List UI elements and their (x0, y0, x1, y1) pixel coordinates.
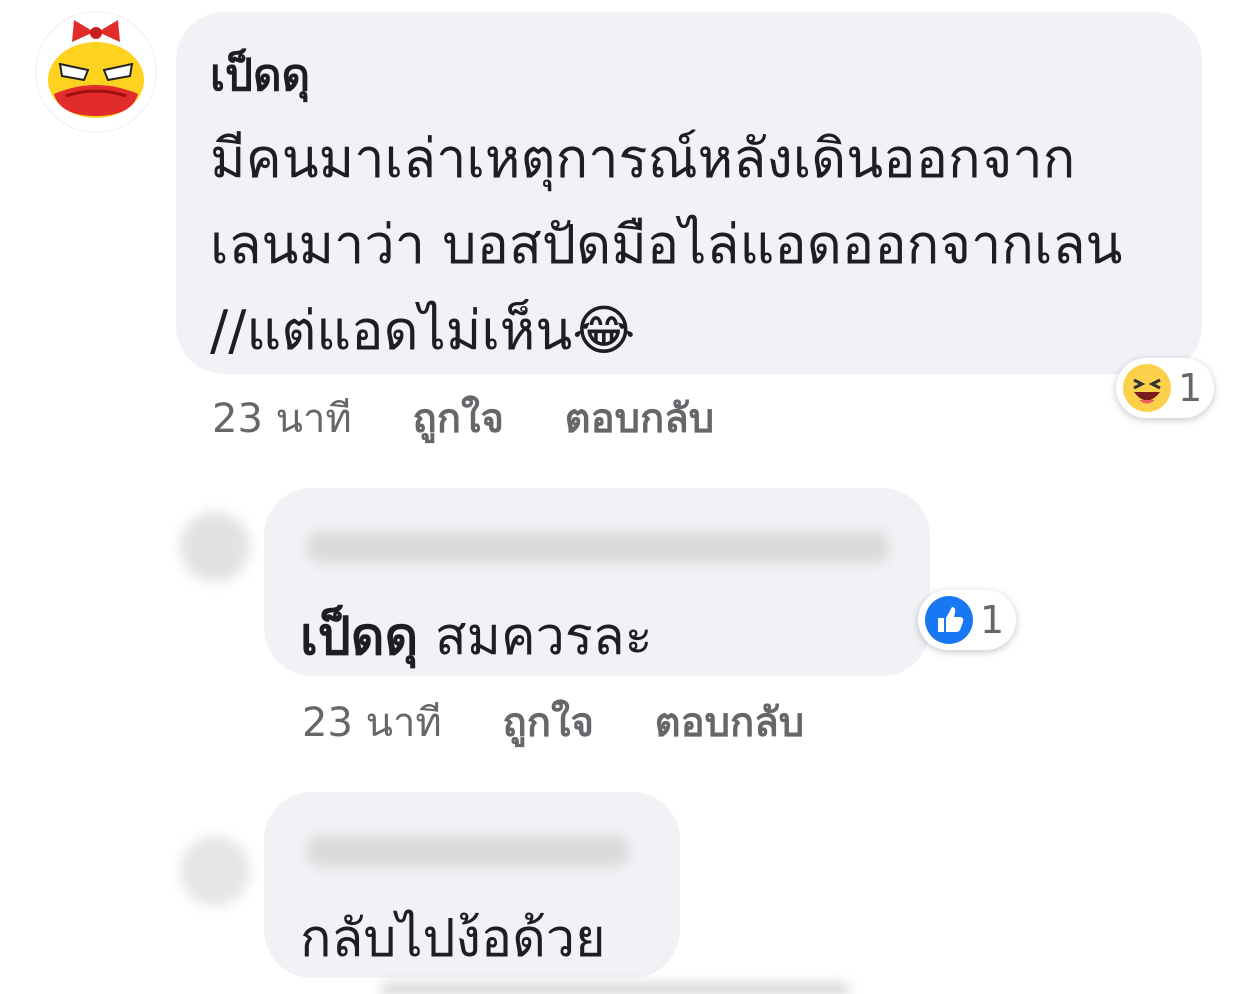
reply-time[interactable]: 23 นาที (302, 700, 442, 746)
laughing-tears-emoji-icon: 😂 (572, 299, 636, 362)
reply-author-redacted (308, 532, 888, 562)
like-reaction-icon (925, 596, 973, 644)
comment-author[interactable]: เป็ดดุ (210, 40, 310, 110)
reply-bubble[interactable]: กลับไปง้อด้วย (264, 792, 680, 978)
comment-line: เลนมาว่า บอสปัดมือไล่แอดออกจากเลน (210, 213, 1123, 276)
reply-bubble[interactable]: เป็ดดุ สมควรละ (264, 488, 930, 676)
reply-button[interactable]: ตอบกลับ (565, 396, 715, 442)
reply-avatar[interactable] (180, 836, 250, 906)
reply-meta-cutoff (380, 984, 850, 994)
comment-line: //แต่แอดไม่เห็น😂 (210, 288, 1122, 374)
reply-text: เป็ดดุ สมควรละ (300, 594, 653, 677)
comment-meta: 23 นาที ถูกใจ ตอบกลับ (212, 386, 714, 450)
reply-meta: 23 นาที ถูกใจ ตอบกลับ (302, 690, 804, 754)
reply-button[interactable]: ตอบกลับ (655, 700, 805, 746)
reply-avatar[interactable] (180, 512, 250, 582)
reply-text-body: สมควรละ (434, 607, 653, 667)
comment-time[interactable]: 23 นาที (212, 396, 352, 442)
comment-text: มีคนมาเล่าเหตุการณ์หลังเดินออกจาก เลนมาว… (210, 116, 1122, 374)
comment-bubble[interactable]: เป็ดดุ มีคนมาเล่าเหตุการณ์หลังเดินออกจาก… (176, 12, 1202, 374)
like-button[interactable]: ถูกใจ (503, 700, 594, 746)
reaction-count: 1 (1178, 366, 1203, 410)
reply-author-redacted (308, 836, 628, 866)
reply-mention[interactable]: เป็ดดุ (300, 607, 418, 667)
like-button[interactable]: ถูกใจ (413, 396, 504, 442)
reply-text: กลับไปง้อด้วย (300, 909, 606, 969)
comment-reactions[interactable]: 1 (1116, 358, 1215, 418)
avatar[interactable] (36, 12, 156, 132)
duck-avatar-icon (48, 20, 144, 118)
reply-reactions[interactable]: 1 (918, 590, 1017, 650)
comment-line-text: //แต่แอดไม่เห็น (210, 299, 573, 362)
haha-reaction-icon (1123, 364, 1171, 412)
reaction-count: 1 (980, 598, 1005, 642)
comment-line: มีคนมาเล่าเหตุการณ์หลังเดินออกจาก (210, 127, 1076, 190)
